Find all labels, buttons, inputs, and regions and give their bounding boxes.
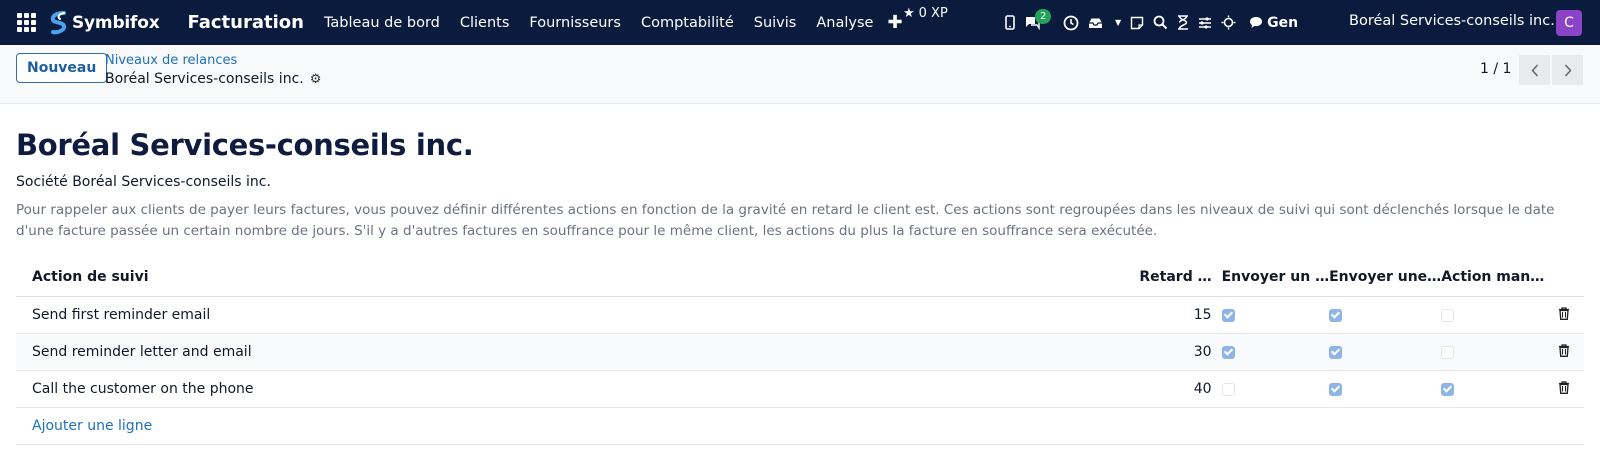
cell-action[interactable]: Send first reminder email xyxy=(16,296,1112,334)
add-line-row: Ajouter une ligne xyxy=(16,407,1584,445)
column-send-email[interactable]: Envoyer un … xyxy=(1221,258,1330,297)
gen-assistant-button[interactable]: Gen xyxy=(1249,15,1298,31)
cell-delay[interactable]: 30 xyxy=(1111,333,1222,371)
table-row[interactable]: Send first reminder email 15 xyxy=(16,296,1584,334)
brand-logo[interactable]: Symbifox xyxy=(49,10,160,35)
company-switcher[interactable]: Boréal Services-conseils inc. xyxy=(1349,13,1555,29)
column-actions xyxy=(1544,258,1584,297)
menu-dashboard[interactable]: Tableau de bord xyxy=(314,15,450,31)
cell-delay[interactable]: 15 xyxy=(1111,296,1222,334)
xp-counter[interactable]: ★ 0 XP xyxy=(903,6,948,21)
star-icon: ★ xyxy=(903,6,915,21)
add-line-link[interactable]: Ajouter une ligne xyxy=(16,407,1584,445)
checkbox-send-letter[interactable] xyxy=(1329,345,1343,359)
breadcrumb-record: Boréal Services-conseils inc. xyxy=(105,71,304,87)
checkbox-manual-action[interactable] xyxy=(1441,308,1455,322)
menu-analysis[interactable]: Analyse xyxy=(806,15,883,31)
add-menu-icon[interactable]: ✚ xyxy=(887,12,902,33)
new-button[interactable]: Nouveau xyxy=(16,53,108,83)
checkbox-manual-action[interactable] xyxy=(1441,382,1455,396)
xp-value: 0 XP xyxy=(918,6,948,21)
sliders-icon[interactable] xyxy=(1198,0,1212,45)
pager-value[interactable]: 1 / 1 xyxy=(1480,61,1511,77)
column-send-letter[interactable]: Envoyer une… xyxy=(1329,258,1442,297)
breadcrumb-current: Boréal Services-conseils inc. ⚙ xyxy=(105,71,321,87)
menu-followups[interactable]: Suivis xyxy=(744,15,807,31)
menu-accounting[interactable]: Comptabilité xyxy=(631,15,744,31)
trash-icon[interactable] xyxy=(1558,306,1570,320)
cell-action[interactable]: Call the customer on the phone xyxy=(16,370,1112,408)
chevron-right-icon xyxy=(1564,63,1572,77)
menu-clients[interactable]: Clients xyxy=(450,15,520,31)
table-row[interactable]: Call the customer on the phone 40 xyxy=(16,370,1584,408)
apps-grid-icon[interactable] xyxy=(17,12,37,33)
checkbox-send-letter[interactable] xyxy=(1329,308,1343,322)
checkbox-send-email[interactable] xyxy=(1221,308,1235,322)
table-row[interactable]: Send reminder letter and email 30 xyxy=(16,333,1584,371)
brand-name: Symbifox xyxy=(72,12,160,33)
gear-icon[interactable]: ⚙ xyxy=(310,72,322,87)
record-title[interactable]: Boréal Services-conseils inc. xyxy=(16,128,1584,162)
chevron-down-icon[interactable]: ▼ xyxy=(1115,0,1121,45)
pager-previous-button[interactable] xyxy=(1519,55,1550,85)
checkbox-send-email[interactable] xyxy=(1221,382,1235,396)
trash-icon[interactable] xyxy=(1558,343,1570,357)
cell-action[interactable]: Send reminder letter and email xyxy=(16,333,1112,371)
main-menu: Tableau de bord Clients Fournisseurs Com… xyxy=(314,15,883,31)
chat-icon[interactable]: 2 xyxy=(1024,0,1052,45)
menu-suppliers[interactable]: Fournisseurs xyxy=(519,15,631,31)
column-action[interactable]: Action de suivi xyxy=(16,258,1112,297)
breadcrumb-followup-levels[interactable]: Niveaux de relances xyxy=(105,53,237,68)
symbifox-logo-icon xyxy=(50,10,67,34)
user-avatar[interactable]: C xyxy=(1556,10,1582,36)
chevron-left-icon xyxy=(1530,63,1538,77)
trash-icon[interactable] xyxy=(1558,380,1570,394)
cell-delay[interactable]: 40 xyxy=(1111,370,1222,408)
top-navbar: Symbifox Facturation Tableau de bord Cli… xyxy=(0,0,1600,45)
checkbox-send-letter[interactable] xyxy=(1329,382,1343,396)
gen-label: Gen xyxy=(1267,14,1299,31)
hourglass-icon[interactable] xyxy=(1177,0,1189,45)
search-icon[interactable] xyxy=(1153,0,1168,45)
help-description: Pour rappeler aux clients de payer leurs… xyxy=(16,202,1555,239)
sticky-note-icon[interactable] xyxy=(1130,0,1144,45)
clock-icon[interactable] xyxy=(1063,0,1079,45)
speech-bubble-icon xyxy=(1250,17,1263,28)
form-sheet: Boréal Services-conseils inc. Société Bo… xyxy=(0,128,1600,445)
table-header: Action de suivi Retard … Envoyer un … En… xyxy=(16,258,1584,297)
column-delay[interactable]: Retard … xyxy=(1111,258,1222,297)
checkbox-manual-action[interactable] xyxy=(1441,345,1455,359)
inbox-icon[interactable] xyxy=(1088,0,1103,45)
sun-icon[interactable] xyxy=(1221,0,1236,45)
pager-next-button[interactable] xyxy=(1552,55,1583,85)
checkbox-send-email[interactable] xyxy=(1221,345,1235,359)
phone-icon[interactable] xyxy=(1005,0,1015,45)
control-panel: Nouveau Niveaux de relances Boréal Servi… xyxy=(0,45,1600,104)
followup-lines-table: Action de suivi Retard … Envoyer un … En… xyxy=(16,258,1584,445)
messages-badge: 2 xyxy=(1035,9,1052,24)
app-title[interactable]: Facturation xyxy=(187,12,303,33)
company-field[interactable]: Société Boréal Services-conseils inc. xyxy=(16,174,1584,190)
systray: 2 ▼ Gen xyxy=(1005,0,1298,45)
column-manual-action[interactable]: Action man… xyxy=(1441,258,1545,297)
